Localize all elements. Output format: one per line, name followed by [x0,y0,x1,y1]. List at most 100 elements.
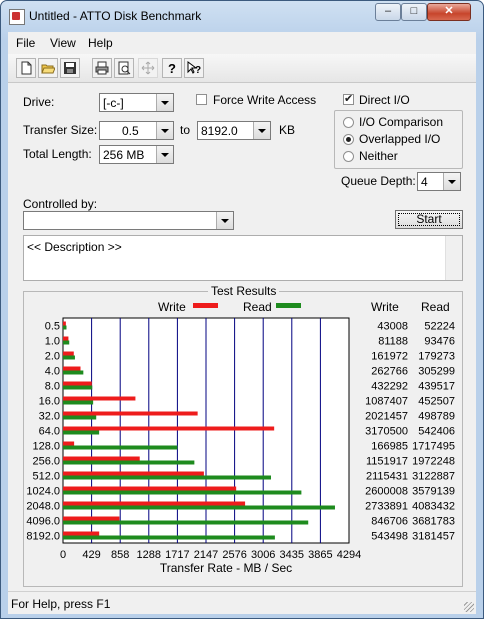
x-tick-label: 0 [60,549,66,561]
force-write-checkbox[interactable] [196,94,207,105]
x-tick-label: 3006 [251,549,275,561]
print-preview-icon [118,61,131,75]
total-length-value: 256 MB [103,148,145,162]
force-write-label: Force Write Access [213,93,317,107]
main-panel: Drive: [-c-] Force Write Access Direct I… [8,83,476,591]
toolbar: ? ? [8,54,476,83]
read-bar [63,355,75,360]
chevron-down-icon[interactable] [156,94,173,111]
legend-read-label: Read [243,300,272,314]
read-value: 93476 [424,336,455,348]
description-box[interactable]: << Description >> [23,235,463,281]
transfer-to-select[interactable]: 8192.0 [197,121,271,140]
read-bar [63,490,302,495]
chevron-down-icon[interactable] [216,212,233,229]
direct-io-checkbox[interactable] [343,92,354,105]
save-disk-icon [64,62,76,74]
read-bar [63,430,100,435]
print-preview-button[interactable] [114,58,134,78]
menu-view[interactable]: View [50,36,76,50]
close-button[interactable]: ✕ [427,3,471,21]
write-bar [63,381,92,386]
transfer-size-label: Transfer Size: [23,123,98,137]
chevron-down-icon[interactable] [443,173,460,190]
x-tick-label: 3435 [280,549,304,561]
write-value: 81188 [378,336,408,348]
neither-radio[interactable] [343,151,354,162]
category-label: 2.0 [45,351,60,363]
write-bar [63,456,140,461]
print-button[interactable] [92,58,112,78]
open-button[interactable] [38,58,58,78]
app-icon[interactable] [9,9,25,25]
maximize-icon: □ [410,5,418,17]
total-length-select[interactable]: 256 MB [99,145,174,164]
queue-depth-select[interactable]: 4 [417,172,461,191]
title-bar[interactable]: Untitled - ATTO Disk Benchmark – □ ✕ [1,1,483,31]
read-bar [63,370,84,375]
write-bar [63,321,66,326]
category-label: 1024.0 [26,486,60,498]
write-bar [63,531,100,536]
resize-grip-icon[interactable] [464,602,474,612]
status-text: For Help, press F1 [11,597,111,611]
open-folder-icon [41,64,55,74]
print-icon [95,61,109,75]
help-icon: ? [168,61,176,75]
category-label: 32.0 [39,411,60,423]
chevron-down-icon[interactable] [156,146,173,163]
write-bar [63,486,237,491]
write-bar [63,516,120,521]
read-bar [63,400,94,405]
x-tick-label: 1717 [165,549,189,561]
category-label: 512.0 [32,471,60,483]
write-value: 166985 [371,441,408,453]
overlapped-io-radio[interactable] [343,134,354,145]
transfer-from-select[interactable]: 0.5 [99,121,174,140]
read-bar [63,325,67,330]
read-bar [63,535,275,540]
read-bar [63,340,70,345]
read-bar [63,520,309,525]
save-button[interactable] [60,58,80,78]
read-bar [63,460,195,465]
x-tick-label: 429 [82,549,100,561]
write-value: 2115431 [366,471,408,483]
read-bar [63,475,271,480]
new-file-button[interactable] [16,58,36,78]
write-value: 2021457 [365,411,408,423]
description-scrollbar[interactable] [445,236,462,280]
x-tick-label: 1288 [137,549,161,561]
overlapped-io-label: Overlapped I/O [359,132,441,146]
menu-help[interactable]: Help [88,36,113,50]
io-comparison-radio[interactable] [343,117,354,128]
x-tick-label: 4294 [337,549,361,561]
read-bar [63,385,93,390]
read-value: 3181457 [412,531,455,543]
legend-write-label: Write [158,300,186,314]
drive-select[interactable]: [-c-] [99,93,174,112]
chevron-down-icon[interactable] [253,122,270,139]
minimize-button[interactable]: – [375,3,401,21]
read-bar [63,505,335,510]
write-value: 3170500 [365,426,408,438]
write-value: 2733891 [365,501,408,513]
io-comparison-label: I/O Comparison [359,115,444,129]
help-button[interactable]: ? [162,58,182,78]
chevron-down-icon[interactable] [156,122,173,139]
read-bar [63,445,178,450]
description-text: << Description >> [27,240,122,254]
x-tick-label: 858 [111,549,129,561]
write-value: 43008 [377,321,408,333]
write-value: 846706 [371,516,408,528]
maximize-button[interactable]: □ [401,3,427,21]
move-button[interactable] [138,58,158,78]
start-button[interactable]: Start [395,210,463,229]
read-value: 1972248 [412,456,455,468]
queue-depth-label: Queue Depth: [341,174,416,188]
read-value: 3122887 [412,471,455,483]
menu-file[interactable]: File [16,36,35,50]
svg-text:?: ? [195,65,201,75]
controlled-by-select[interactable] [23,211,234,230]
context-help-button[interactable]: ? [184,58,204,78]
